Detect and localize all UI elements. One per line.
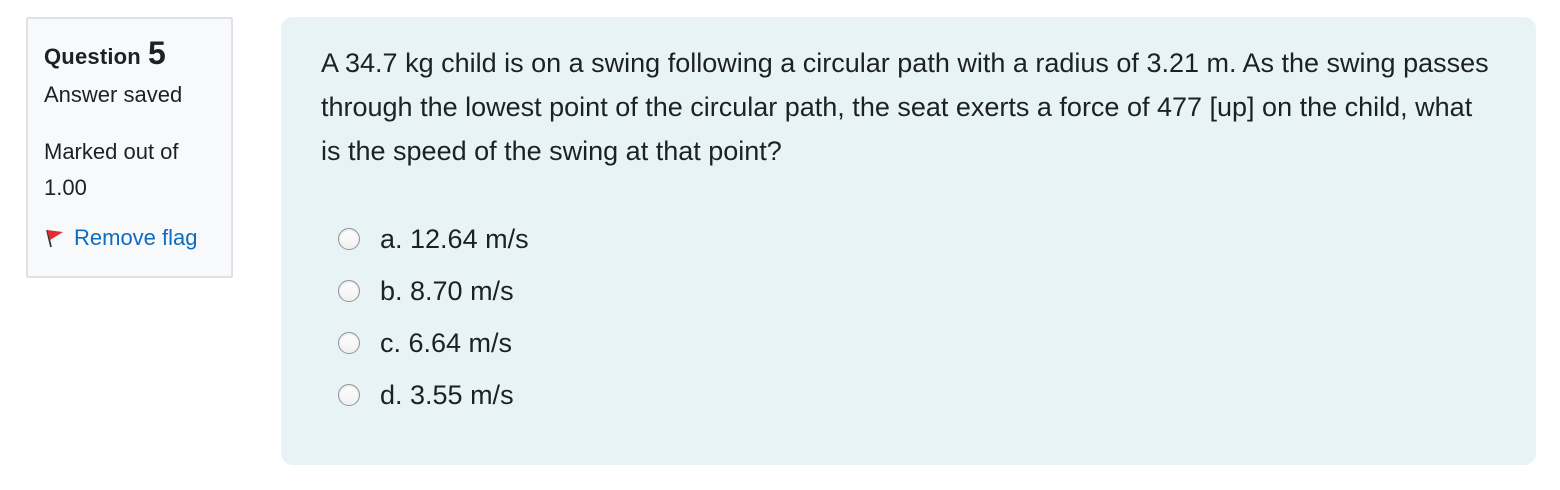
question-text: A 34.7 kg child is on a swing following … bbox=[321, 48, 1489, 166]
answer-label: c. 6.64 m/s bbox=[380, 327, 513, 358]
radio-button[interactable] bbox=[338, 384, 360, 406]
radio-button[interactable] bbox=[338, 332, 360, 354]
answer-label: a. 12.64 m/s bbox=[380, 223, 529, 254]
answer-label: d. 3.55 m/s bbox=[380, 379, 514, 410]
radio-button[interactable] bbox=[338, 228, 360, 250]
answer-option-c[interactable]: c. 6.64 m/s bbox=[321, 317, 1496, 369]
remove-flag-link[interactable]: Remove flag bbox=[44, 225, 215, 251]
answer-option-a[interactable]: a. 12.64 m/s bbox=[321, 213, 1496, 265]
answer-options: a. 12.64 m/s b. 8.70 m/s c. 6.64 m/s d. … bbox=[321, 213, 1496, 421]
red-flag-icon bbox=[46, 229, 63, 248]
answer-label: b. 8.70 m/s bbox=[380, 275, 514, 306]
answer-state: Answer saved bbox=[44, 82, 183, 107]
question-info-panel: Question 5 Answer saved Marked out of 1.… bbox=[26, 17, 233, 278]
question-number: 5 bbox=[147, 35, 166, 71]
radio-button[interactable] bbox=[338, 280, 360, 302]
grade-info: Marked out of 1.00 bbox=[44, 139, 179, 200]
question-heading: Question 5 bbox=[44, 35, 215, 75]
answer-option-d[interactable]: d. 3.55 m/s bbox=[321, 369, 1496, 421]
question-label: Question bbox=[44, 44, 141, 69]
question-content: A 34.7 kg child is on a swing following … bbox=[281, 17, 1536, 465]
remove-flag-label: Remove flag bbox=[74, 225, 198, 250]
answer-option-b[interactable]: b. 8.70 m/s bbox=[321, 265, 1496, 317]
